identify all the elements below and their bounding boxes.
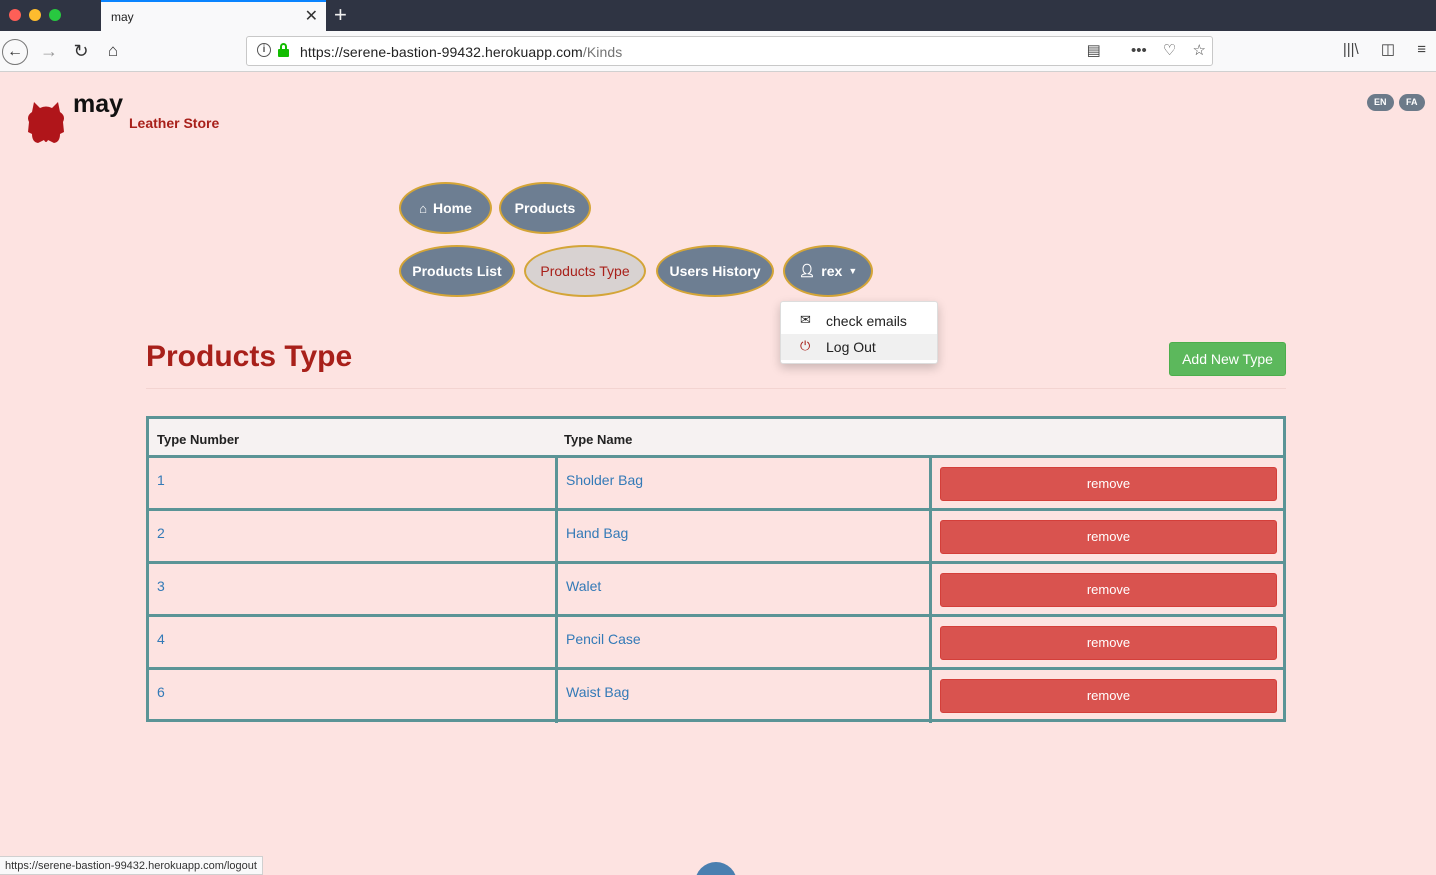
remove-button[interactable]: remove [940,573,1277,607]
language-fa-button[interactable]: FA [1399,94,1425,111]
add-new-type-button[interactable]: Add New Type [1169,342,1286,376]
column-divider [929,458,932,508]
title-divider [146,388,1286,389]
window-close-button[interactable] [9,9,21,21]
type-name-link[interactable]: Waist Bag [566,684,629,700]
reload-icon[interactable]: ↻ [68,39,94,65]
user-menu-toggle[interactable]: 👤︎ rex ▼ [783,245,873,297]
remove-button[interactable]: remove [940,520,1277,554]
sidebar-icon[interactable]: ◫ [1381,40,1395,58]
column-divider [555,670,558,723]
envelope-icon: ✉ [800,312,811,327]
type-name-link[interactable]: Pencil Case [566,631,641,647]
menu-icon[interactable]: ≡ [1417,41,1426,58]
user-icon: 👤︎ [798,263,816,278]
column-divider [555,617,558,667]
table-header: Type Number Type Name [149,419,1283,458]
products-type-table: Type Number Type Name 1 Sholder Bag remove… [146,416,1286,723]
back-arrow-icon[interactable]: ← [2,39,28,65]
table-row: 1 Sholder Bag remove [149,458,1283,511]
nav-products-button[interactable]: Products [499,182,591,234]
window-minimize-button[interactable] [29,9,41,21]
column-divider [555,458,558,508]
nav-products-type-button[interactable]: Products Type [524,245,646,297]
url-bar[interactable]: i https://serene-bastion-99432.herokuapp… [246,36,1213,66]
remove-button[interactable]: remove [940,626,1277,660]
header-type-number: Type Number [157,432,240,447]
url-path: /Kinds [582,44,623,60]
leather-hide-logo-icon [28,102,64,143]
reader-view-icon[interactable]: ▤ [1087,41,1101,59]
browser-tab[interactable]: may ✕ [101,0,326,31]
nav-users-history-button[interactable]: Users History [656,245,774,297]
url-text: https://serene-bastion-99432.herokuapp.c… [300,44,622,60]
type-number-link[interactable]: 4 [157,631,165,647]
column-divider [929,511,932,561]
scroll-to-top-button[interactable] [695,862,737,875]
info-icon[interactable]: i [257,43,271,57]
forward-arrow-icon[interactable]: → [36,39,62,65]
type-number-link[interactable]: 3 [157,578,165,594]
new-tab-button[interactable]: + [334,2,347,28]
status-bar-url: https://serene-bastion-99432.herokuapp.c… [0,856,263,875]
type-name-link[interactable]: Walet [566,578,601,594]
remove-button[interactable]: remove [940,467,1277,501]
column-divider [929,617,932,667]
nav-products-list-label: Products List [412,263,502,279]
lock-icon [278,43,289,57]
column-divider [555,564,558,614]
type-number-link[interactable]: 6 [157,684,165,700]
table-row: 2 Hand Bag remove [149,511,1283,564]
tab-title: may [111,10,134,24]
caret-down-icon: ▼ [848,266,858,276]
browser-nav-bar: ← → ↻ ⌂ i https://serene-bastion-99432.h… [0,31,1436,72]
table-row: 6 Waist Bag remove [149,670,1283,723]
column-divider [929,670,932,723]
home-icon: ⌂ [419,200,427,216]
table-row: 3 Walet remove [149,564,1283,617]
nav-home-label: Home [432,200,472,216]
site-tagline: Leather Store [129,115,220,131]
language-en-button[interactable]: EN [1367,94,1394,111]
check-emails-label: check emails [826,313,907,329]
browser-tab-bar: may ✕ + [0,0,1436,31]
check-emails-menu-item[interactable]: ✉ check emails [781,308,937,334]
nav-users-history-label: Users History [669,263,761,279]
tab-close-icon[interactable]: ✕ [305,6,318,26]
log-out-menu-item[interactable]: ⏻ Log Out [781,334,937,360]
power-icon: ⏻ [800,338,811,353]
page-actions-icon[interactable]: ••• [1131,42,1147,59]
page-title: Products Type [146,340,353,373]
type-number-link[interactable]: 1 [157,472,165,488]
type-name-link[interactable]: Sholder Bag [566,472,643,488]
library-icon[interactable]: |||\ [1343,41,1359,58]
window-maximize-button[interactable] [49,9,61,21]
column-divider [555,511,558,561]
pocket-icon[interactable]: ♡ [1163,41,1176,59]
nav-home-button[interactable]: ⌂ Home [399,182,492,234]
nav-products-type-label: Products Type [540,263,630,279]
nav-products-label: Products [514,200,576,216]
url-host: https://serene-bastion-99432.herokuapp.c… [300,44,583,60]
column-divider [929,564,932,614]
nav-products-list-button[interactable]: Products List [399,245,515,297]
remove-button[interactable]: remove [940,679,1277,713]
home-icon[interactable]: ⌂ [100,39,126,65]
user-dropdown-menu: ✉ check emails ⏻ Log Out [780,301,938,364]
type-name-link[interactable]: Hand Bag [566,525,628,541]
table-row: 4 Pencil Case remove [149,617,1283,670]
site-brand[interactable]: may [73,90,123,119]
log-out-label: Log Out [826,339,876,355]
bookmark-star-icon[interactable]: ☆ [1193,41,1206,59]
type-number-link[interactable]: 2 [157,525,165,541]
user-name: rex [821,263,843,279]
header-type-name: Type Name [564,432,633,447]
